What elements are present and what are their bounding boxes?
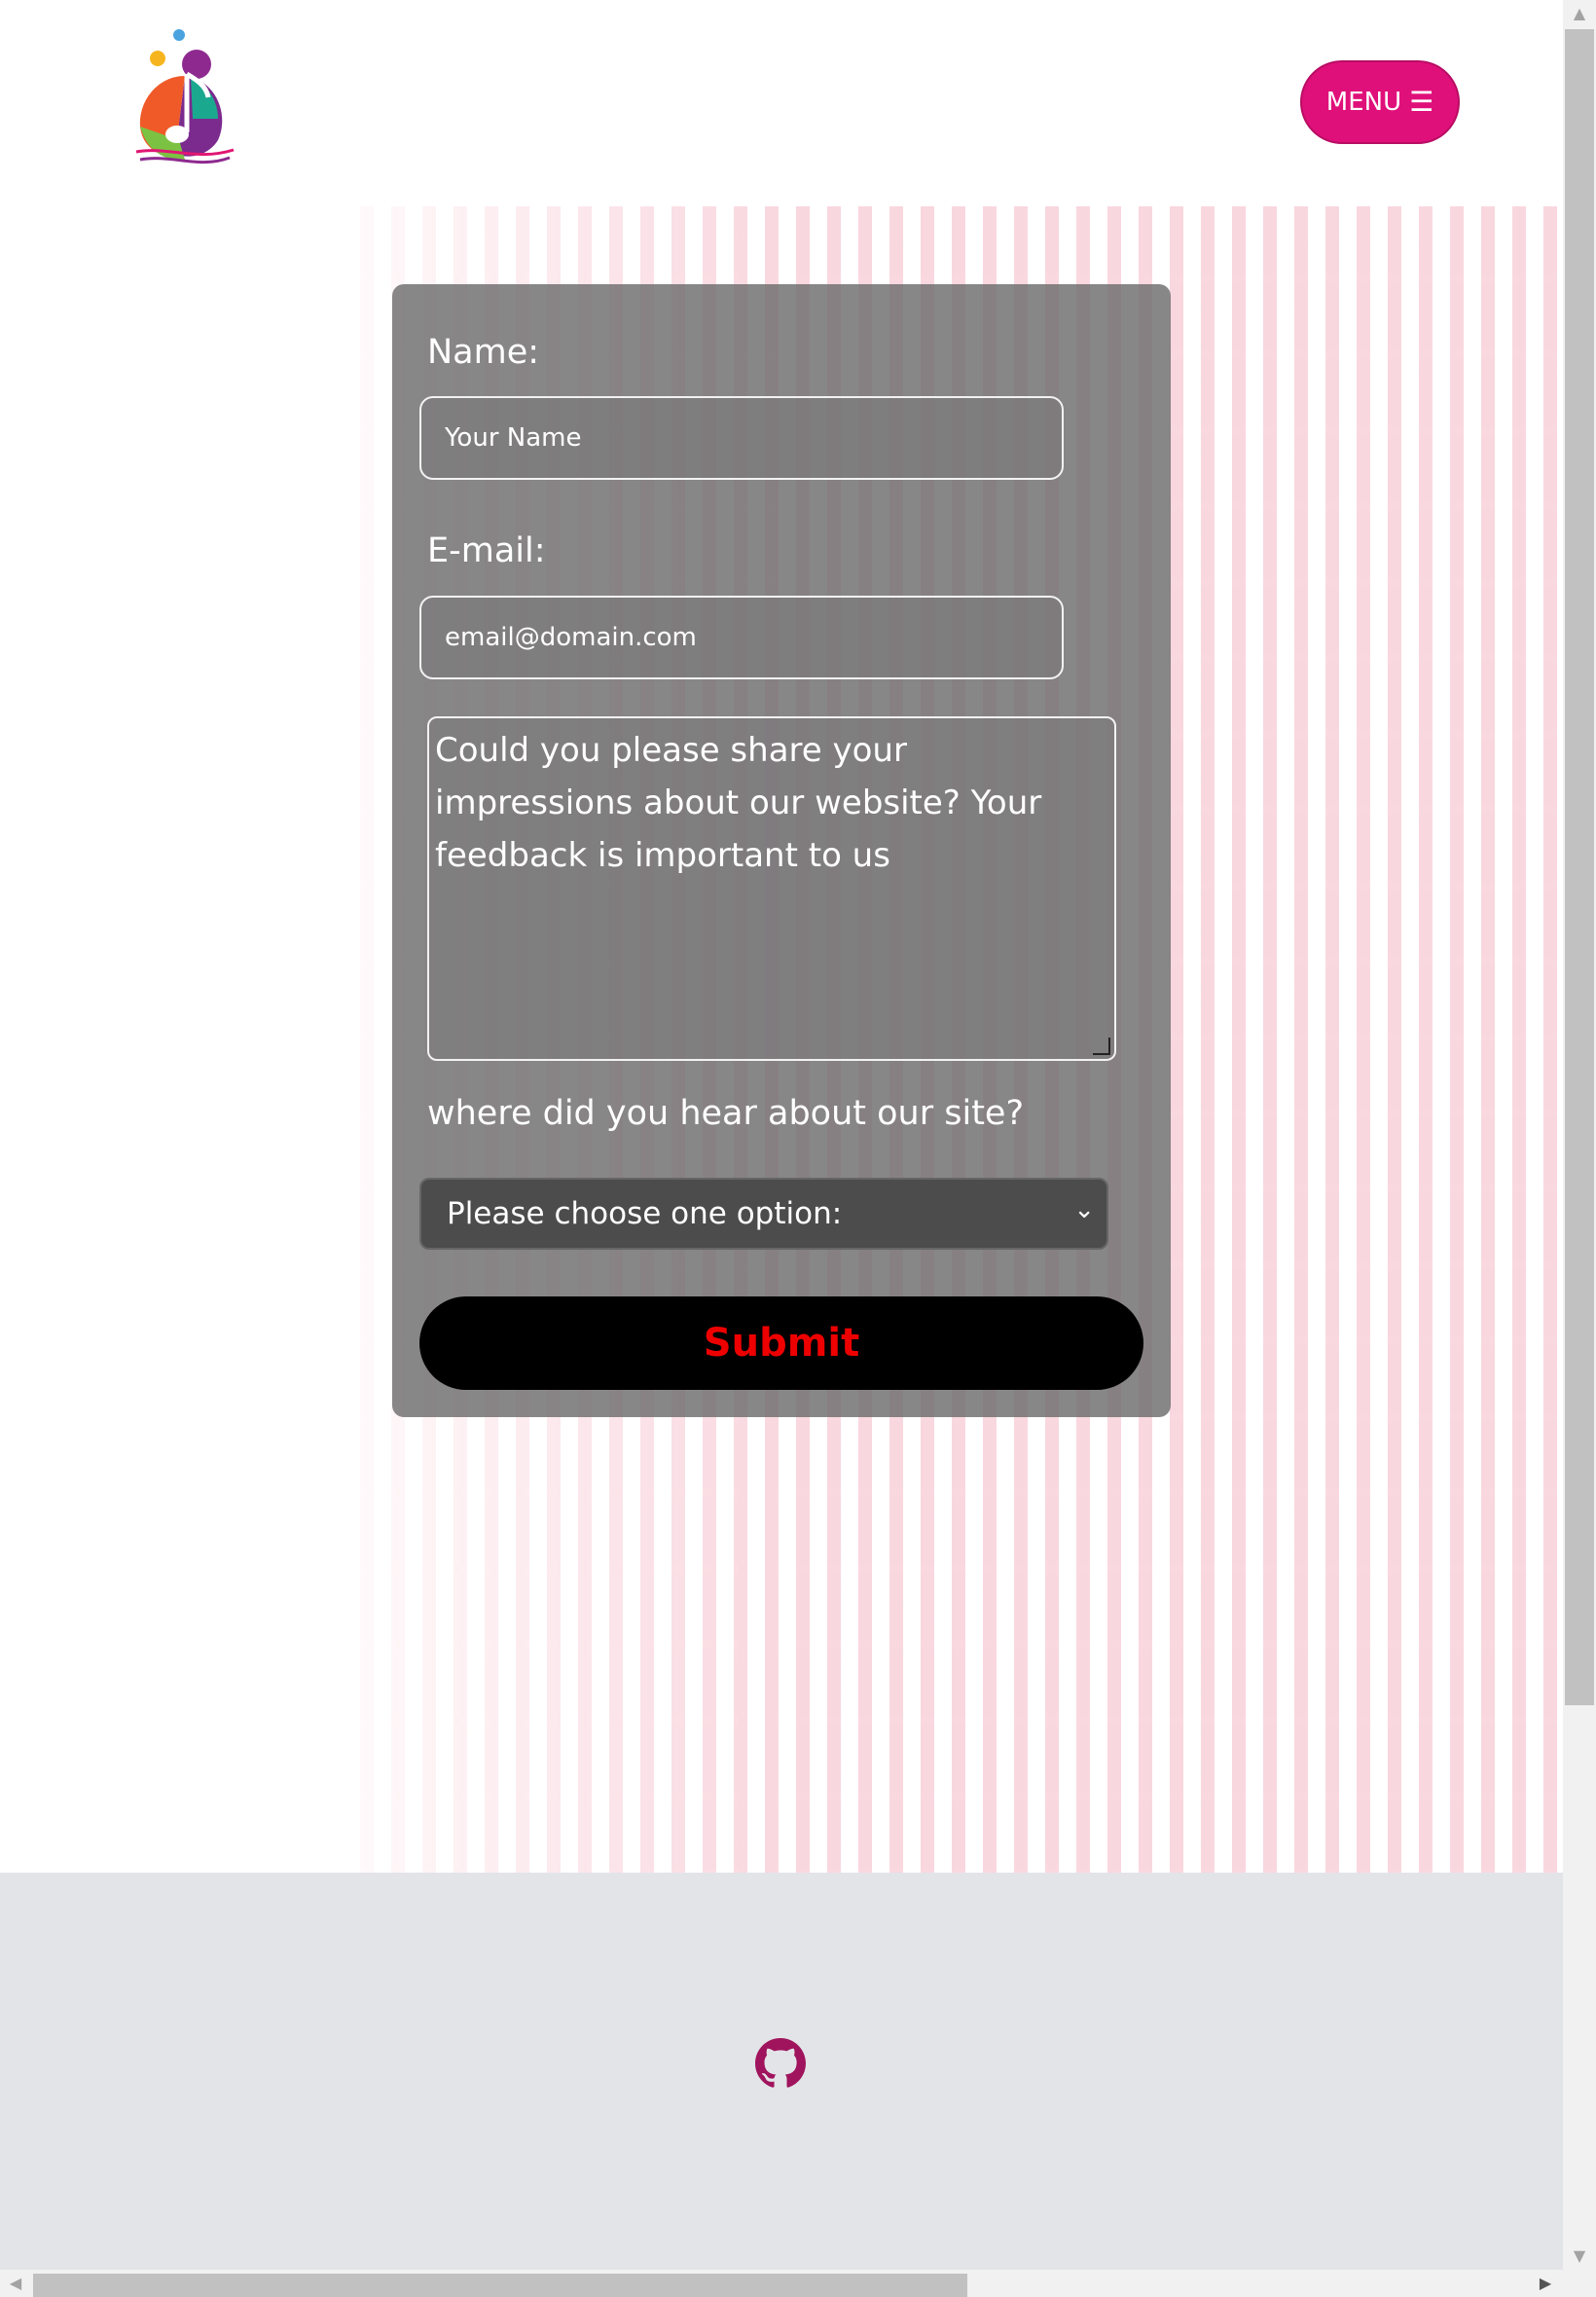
github-icon[interactable] — [755, 2038, 806, 2089]
chevron-down-icon: ⌄ — [1073, 1195, 1095, 1224]
scroll-left-icon[interactable]: ◀ — [2, 2270, 29, 2297]
email-input[interactable]: email@domain.com — [419, 596, 1064, 679]
menu-label: MENU — [1325, 88, 1402, 117]
feedback-text: Could you please share your impressions … — [435, 731, 1042, 875]
source-selected: Please choose one option: — [447, 1196, 843, 1231]
source-label: where did you hear about our site? — [427, 1094, 1025, 1133]
vertical-scroll-thumb[interactable] — [1565, 29, 1594, 1705]
hamburger-icon: ☰ — [1409, 86, 1434, 118]
vertical-scrollbar[interactable]: ▲ ▼ — [1563, 0, 1596, 2270]
resize-handle-icon[interactable] — [1093, 1038, 1110, 1055]
site-logo[interactable] — [128, 25, 241, 173]
name-label: Name: — [427, 333, 540, 372]
source-select[interactable]: Please choose one option: ⌄ — [419, 1178, 1108, 1250]
footer — [0, 1873, 1563, 2270]
feedback-textarea[interactable]: Could you please share your impressions … — [427, 716, 1116, 1061]
horizontal-scroll-thumb[interactable] — [33, 2274, 967, 2297]
scroll-up-icon[interactable]: ▲ — [1563, 0, 1596, 27]
menu-button[interactable]: MENU ☰ — [1300, 60, 1460, 144]
name-input[interactable]: Your Name — [419, 396, 1064, 480]
feedback-form: Name: Your Name E-mail: email@domain.com… — [392, 284, 1171, 1417]
scroll-right-icon[interactable]: ▶ — [1532, 2270, 1559, 2297]
scroll-down-icon[interactable]: ▼ — [1563, 2242, 1596, 2270]
horizontal-scrollbar[interactable]: ◀ ▶ — [0, 2270, 1596, 2297]
email-label: E-mail: — [427, 531, 546, 570]
submit-button[interactable]: Submit — [419, 1296, 1143, 1390]
